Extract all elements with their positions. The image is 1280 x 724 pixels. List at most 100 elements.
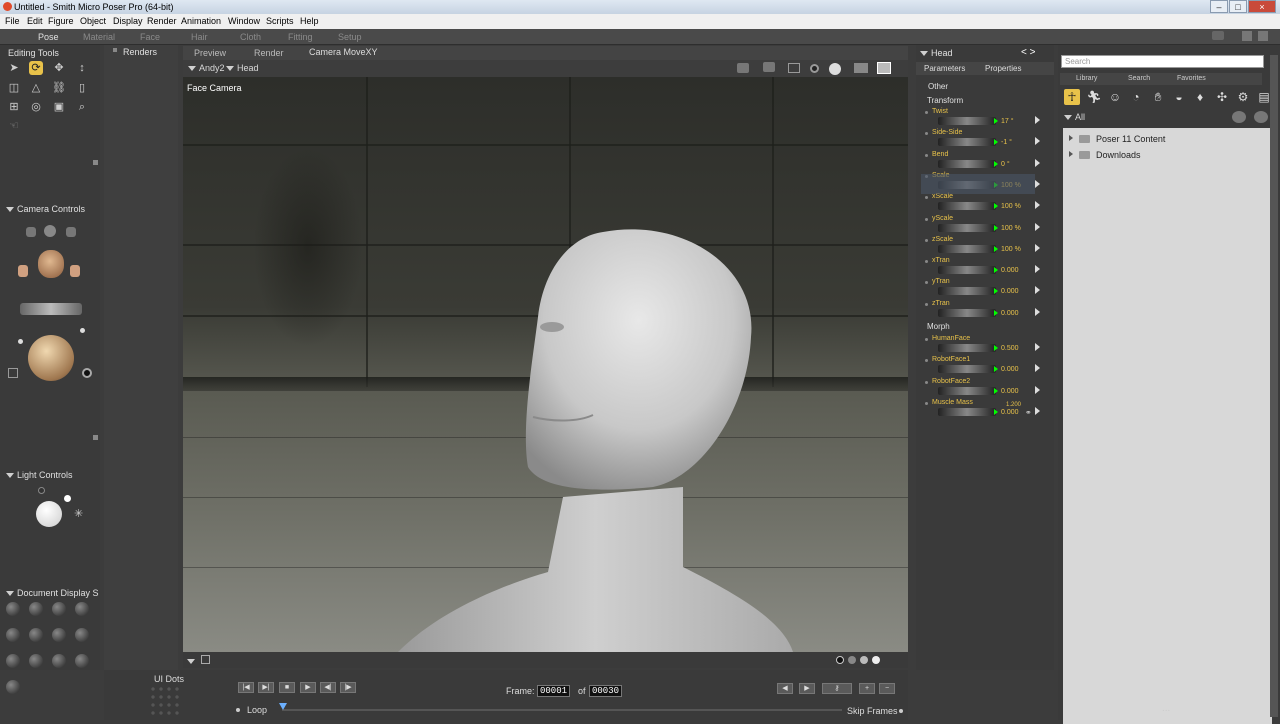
preview-dot-icon[interactable] (860, 656, 868, 664)
menu-edit[interactable]: Edit (27, 16, 43, 26)
light-sphere-icon[interactable] (36, 501, 62, 527)
menu-help[interactable]: Help (300, 16, 319, 26)
param-value[interactable]: 0.000 (1001, 388, 1019, 395)
record-icon[interactable] (810, 64, 819, 73)
lights-icon[interactable]: ♦ (1192, 89, 1208, 105)
cameras-icon[interactable]: ✣ (1214, 89, 1230, 105)
morph-brush-icon[interactable]: ▣ (52, 100, 66, 114)
menu-scripts[interactable]: Scripts (266, 16, 294, 26)
expand-icon[interactable] (1069, 151, 1073, 157)
hair-icon[interactable]: ◔ (1128, 89, 1144, 105)
display-style-button[interactable] (29, 654, 43, 668)
grouping-tool-icon[interactable]: ⊞ (7, 100, 21, 114)
help-icon[interactable] (1258, 31, 1268, 41)
camera-hands-icon[interactable] (26, 225, 76, 239)
light-sun-icon[interactable]: ✳ (74, 507, 83, 520)
camera-animating-toggle[interactable] (82, 368, 92, 378)
tab-search[interactable]: Search (1128, 75, 1150, 82)
display-style-button[interactable] (75, 654, 89, 668)
tab-favorites[interactable]: Favorites (1177, 75, 1206, 82)
renders-label[interactable]: Renders (123, 47, 157, 57)
tab-camera-movexy[interactable]: Camera MoveXY (309, 47, 378, 57)
bounding-box-icon[interactable] (201, 655, 210, 664)
account-icon[interactable] (1242, 31, 1252, 41)
room-tab-material[interactable]: Material (83, 32, 115, 42)
room-tab-pose[interactable]: Pose (38, 32, 59, 42)
rotate-tool-icon[interactable]: ⟳ (29, 61, 43, 75)
minimize-button[interactable]: – (1210, 0, 1228, 13)
taper-tool-icon[interactable]: △ (29, 81, 43, 95)
maximize-button[interactable]: □ (1229, 0, 1247, 13)
room-tab-face[interactable]: Face (140, 32, 160, 42)
chain-break-icon[interactable]: ⛓ (52, 81, 66, 95)
display-style-button[interactable] (6, 602, 20, 616)
timeline-slider[interactable] (282, 709, 842, 711)
menu-window[interactable]: Window (228, 16, 260, 26)
figure-select[interactable]: Andy2 (188, 63, 225, 73)
room-tab-cloth[interactable]: Cloth (240, 32, 261, 42)
preview-dot-icon[interactable] (872, 656, 880, 664)
figure-render[interactable] (183, 77, 908, 652)
menu-object[interactable]: Object (80, 16, 106, 26)
param-value[interactable]: 0.500 (1001, 345, 1019, 352)
figures-icon[interactable]: ☥ (1064, 89, 1080, 105)
display-style-button[interactable] (75, 602, 89, 616)
menu-file[interactable]: File (5, 16, 20, 26)
step-forward-button[interactable]: |▶ (340, 682, 356, 693)
camera-icon[interactable] (737, 63, 749, 73)
select-tool-icon[interactable]: ➤ (7, 61, 21, 75)
light-indicator-icon[interactable] (38, 487, 45, 494)
hands-icon[interactable]: ✋︎ (1150, 89, 1166, 105)
right-hand-camera-icon[interactable] (70, 265, 80, 277)
close-button[interactable]: × (1248, 0, 1276, 13)
menu-display[interactable]: Display (113, 16, 143, 26)
param-menu-arrow[interactable] (1035, 343, 1040, 351)
direct-manipulation-icon[interactable]: ☜ (7, 119, 21, 133)
move-xy-trackball-icon[interactable] (20, 303, 82, 315)
next-keyframe-button[interactable]: ▶ (799, 683, 815, 694)
display-style-button[interactable] (52, 628, 66, 642)
keyframes-button[interactable]: ⚷ (822, 683, 852, 694)
camera-trackball-icon[interactable] (28, 335, 74, 381)
tab-render[interactable]: Render (254, 48, 284, 58)
dial-right-icon[interactable] (994, 345, 998, 351)
param-row[interactable]: HumanFace 0.500 (916, 335, 1054, 355)
tab-library[interactable]: Library (1076, 75, 1097, 82)
param-row[interactable]: RobotFace1 0.000 (916, 356, 1054, 376)
library-more-icon[interactable]: ... (1162, 703, 1170, 714)
view-magnifier-icon[interactable]: ◎ (29, 100, 43, 114)
param-dial[interactable] (938, 407, 996, 416)
camera-dot-icon[interactable] (18, 339, 23, 344)
param-row[interactable]: Muscle Mass 0.000 (916, 399, 1054, 419)
video-camera-icon[interactable] (877, 62, 891, 74)
first-frame-button[interactable]: |◀ (238, 682, 254, 693)
props-icon[interactable]: ◒ (1171, 89, 1187, 105)
param-menu-arrow[interactable] (1035, 406, 1040, 415)
preview-dot-icon[interactable] (836, 656, 844, 664)
param-row[interactable]: RobotFace2 0.000 (916, 378, 1054, 398)
room-tab-setup[interactable]: Setup (338, 32, 362, 42)
part-select[interactable]: Head (226, 63, 259, 73)
menu-figure[interactable]: Figure (48, 16, 74, 26)
panel-options-icon[interactable] (93, 160, 98, 165)
play-button[interactable]: ▶ (300, 682, 316, 693)
camera-dot-icon[interactable] (80, 328, 85, 333)
menu-animation[interactable]: Animation (181, 16, 221, 26)
viewport[interactable]: Face Camera (183, 77, 908, 652)
panel-options-icon[interactable] (93, 435, 98, 440)
dial-right-icon[interactable] (994, 366, 998, 373)
tab-preview[interactable]: Preview (194, 48, 226, 58)
chat-icon[interactable] (1212, 31, 1224, 40)
translate-tool-icon[interactable]: ↕ (75, 61, 89, 75)
display-style-button[interactable] (75, 628, 89, 642)
param-menu-arrow[interactable] (1035, 364, 1040, 373)
dependency-link-icon[interactable]: ⚭ (1025, 408, 1032, 417)
menu-render[interactable]: Render (147, 16, 177, 26)
loop-toggle[interactable] (236, 708, 240, 712)
last-frame-button[interactable]: ▶| (258, 682, 274, 693)
light-indicator-icon[interactable] (64, 495, 71, 502)
crosshair-icon[interactable] (829, 63, 841, 75)
display-style-button[interactable] (29, 602, 43, 616)
display-style-button[interactable] (6, 654, 20, 668)
poses-icon[interactable]: 🏃︎ (1086, 89, 1102, 105)
